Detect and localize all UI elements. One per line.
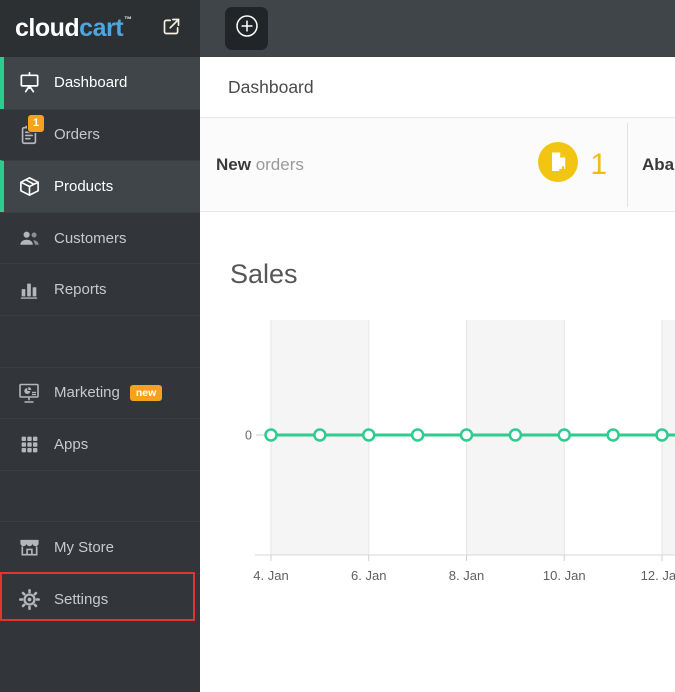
sidebar-item-label: Settings (54, 590, 109, 608)
reports-icon (17, 278, 41, 302)
page-title: Dashboard (228, 76, 314, 97)
x-tick-label: 4. Jan (253, 568, 288, 583)
create-new-button[interactable] (225, 7, 268, 50)
sidebar-item-label: Reports (54, 281, 107, 299)
abandoned-label: Aban (642, 154, 675, 174)
y-tick-label: 0 (245, 429, 252, 443)
settings-icon (17, 587, 41, 611)
data-point-marker (459, 428, 474, 443)
logo-text-cart: cart (79, 14, 124, 42)
sidebar: cloudcart™ Dashboard 1 Orders Products Custo… (0, 0, 200, 692)
app-window: cloudcart™ Dashboard 1 Orders Products Custo… (0, 0, 675, 692)
stats-strip: New orders 1 Aba (200, 117, 675, 212)
sidebar-spacer (0, 469, 200, 522)
sales-chart: 4. Jan 6. Jan 8. Jan 10. Jan 12. Jan 0 (245, 320, 675, 583)
sidebar-item-label: Customers (54, 229, 127, 247)
sidebar-item-label: My Store (54, 539, 115, 557)
sidebar-item-label: Marketing (54, 384, 120, 402)
x-tick-label: 10. Jan (543, 568, 586, 583)
sidebar-item-label: Apps (54, 435, 89, 453)
new-orders-count: 1 (590, 147, 607, 181)
new-orders-value: 1 (538, 142, 607, 187)
logo-text-cloud: cloud (15, 14, 80, 42)
sidebar-item-products[interactable]: Products (0, 160, 200, 212)
marketing-icon (17, 381, 41, 405)
sidebar-item-settings[interactable]: Settings (0, 572, 200, 625)
dashboard-icon (17, 71, 41, 95)
sidebar-item-customers[interactable]: Customers (0, 211, 200, 264)
data-point-marker (313, 428, 327, 443)
apps-icon (17, 432, 41, 456)
x-tick-label: 8. Jan (449, 568, 484, 583)
data-point-marker (557, 428, 571, 443)
x-tick-label: 12. Jan (641, 568, 675, 583)
abandoned-card[interactable]: Aban (628, 118, 675, 211)
new-orders-label: New orders (216, 154, 304, 174)
sidebar-item-marketing[interactable]: Marketing new (0, 366, 200, 419)
sidebar-item-label: Orders (54, 126, 100, 144)
orders-count-badge: 1 (28, 114, 45, 132)
products-icon (17, 174, 41, 198)
customers-icon (17, 226, 41, 250)
breadcrumb-row: Dashboard (200, 57, 675, 117)
new-order-document-icon (538, 142, 579, 187)
data-point-marker (655, 428, 669, 443)
trademark-symbol: ™ (124, 15, 132, 24)
sidebar-header: cloudcart™ (0, 0, 200, 57)
sidebar-item-reports[interactable]: Reports (0, 263, 200, 315)
data-point-marker (606, 428, 620, 443)
orders-icon: 1 (17, 114, 45, 147)
external-link-button[interactable] (158, 16, 184, 42)
app-logo: cloudcart™ (15, 14, 132, 43)
data-point-marker (410, 428, 425, 443)
sidebar-item-apps[interactable]: Apps (0, 418, 200, 470)
sidebar-spacer (0, 314, 200, 367)
main-content: Dashboard New orders 1 Aba Sales 4. Jan … (200, 57, 675, 692)
x-tick-label: 6. Jan (351, 568, 386, 583)
plus-circle-icon (234, 13, 260, 44)
sidebar-nav: Dashboard 1 Orders Products Customers Reports… (0, 57, 200, 625)
external-link-icon (161, 16, 182, 42)
data-point-marker (362, 428, 376, 443)
new-feature-badge: new (129, 384, 163, 402)
data-point-marker (508, 428, 523, 443)
sidebar-item-dashboard[interactable]: Dashboard (0, 57, 200, 109)
sales-chart-title: Sales (230, 259, 298, 289)
sidebar-item-label: Dashboard (54, 74, 128, 92)
store-icon (17, 536, 41, 560)
topbar (200, 0, 675, 57)
sidebar-item-my-store[interactable]: My Store (0, 521, 200, 573)
sidebar-item-label: Products (54, 177, 114, 195)
new-orders-card[interactable]: New orders 1 (200, 118, 627, 211)
data-point-marker (264, 428, 278, 443)
sidebar-item-orders[interactable]: 1 Orders (0, 108, 200, 161)
